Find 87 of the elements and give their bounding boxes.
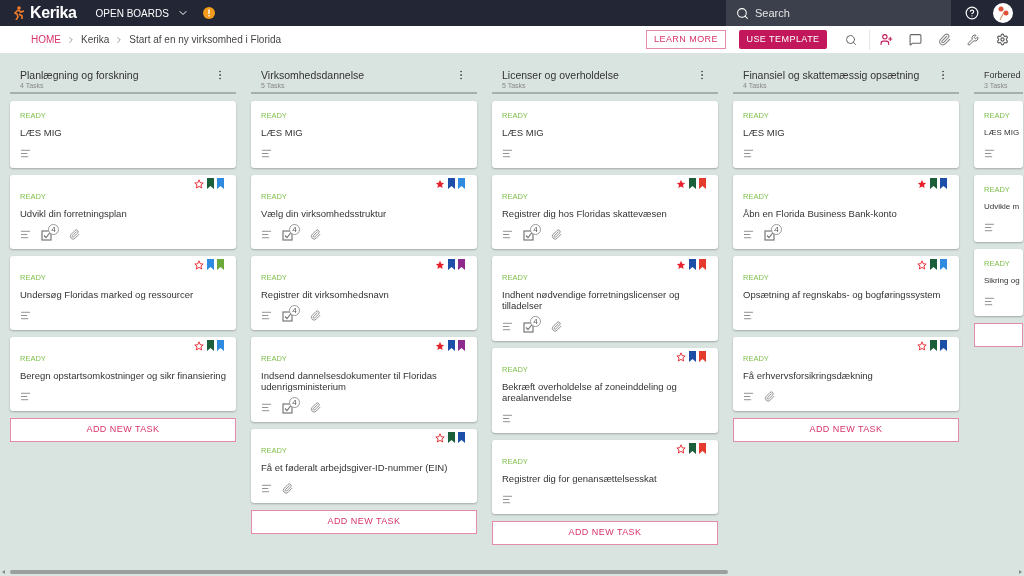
help-icon[interactable]	[965, 6, 979, 20]
task-title: Indsend dannelsesdokumenter til Floridas udenrigsministerium	[261, 370, 438, 392]
task-title: LÆS MIG	[984, 127, 1021, 138]
add-task-button[interactable]: ADD NEW TASK	[251, 510, 477, 534]
task-title: Registrer dig for genansættelsesskat	[502, 473, 658, 484]
breadcrumb-link[interactable]: Kerika	[81, 32, 110, 47]
description-icon	[743, 228, 754, 240]
avatar-icon[interactable]	[993, 3, 1013, 23]
column-title: Virksomhedsdannelse	[261, 69, 366, 81]
breadcrumb-link[interactable]: HOME	[31, 32, 61, 47]
paperclip-icon[interactable]	[938, 33, 951, 46]
task-title: Undersøg Floridas marked og ressourcer	[20, 289, 195, 300]
task-title: Få et føderalt arbejdsgiver-ID-nummer (EIN)	[261, 462, 449, 473]
description-icon	[984, 147, 995, 159]
warning-badge-icon[interactable]	[202, 7, 215, 19]
runner-logo-icon	[12, 6, 25, 20]
search-icon	[736, 6, 749, 20]
star-icon[interactable]	[435, 340, 445, 351]
task-title: Sikring og	[984, 275, 1021, 286]
description-icon	[502, 493, 513, 505]
task-title: Bekræft overholdelse af zoneinddeling og arealanvendelse	[502, 381, 678, 403]
description-icon	[261, 228, 272, 240]
logo-text: Kerika	[30, 3, 77, 23]
star-outline-icon[interactable]	[676, 443, 686, 454]
add-person-icon[interactable]	[880, 33, 893, 46]
star-outline-icon[interactable]	[676, 351, 686, 362]
task-title: LÆS MIG	[20, 127, 63, 138]
task-title: LÆS MIG	[502, 127, 545, 138]
star-outline-icon[interactable]	[917, 259, 927, 270]
description-icon	[20, 228, 31, 240]
description-icon	[984, 295, 995, 307]
star-icon[interactable]	[435, 178, 445, 189]
search-field[interactable]: Search	[726, 0, 951, 26]
description-icon	[20, 309, 31, 321]
description-icon	[984, 221, 995, 233]
star-outline-icon[interactable]	[917, 340, 927, 351]
search-icon[interactable]	[845, 33, 857, 46]
description-icon	[261, 482, 272, 494]
learn-more-button[interactable]: LEARN MORE	[646, 30, 726, 49]
description-icon	[20, 390, 31, 402]
star-outline-icon[interactable]	[194, 178, 204, 189]
description-icon	[261, 401, 272, 413]
task-title: Indhent nødvendige forretningslicenser og tilladelser	[502, 289, 681, 311]
breadcrumb-link[interactable]: Start af en ny virksomhed i Florida	[129, 32, 282, 47]
add-task-button[interactable]: ADD NEW TASK	[733, 418, 959, 442]
description-icon	[261, 309, 272, 321]
task-title: Udvikl din forretningsplan	[20, 208, 128, 219]
task-title: Udvikle m	[984, 201, 1021, 212]
chevron-icon	[66, 34, 76, 45]
horizontal-scrollbar[interactable]	[0, 568, 1024, 576]
task-title: Beregn opstartsomkostninger og sikr finansiering	[20, 370, 226, 381]
open-boards-menu[interactable]: OPEN BOARDS	[95, 5, 189, 21]
add-task-button[interactable]	[974, 323, 1023, 347]
task-title: Registrer dig hos Floridas skattevæsen	[502, 208, 668, 219]
column-title: Licenser og overholdelse	[502, 69, 620, 81]
star-outline-icon[interactable]	[194, 259, 204, 270]
settings-icon[interactable]	[996, 33, 1009, 46]
description-icon	[743, 309, 754, 321]
star-icon[interactable]	[676, 178, 686, 189]
column-title: Finansiel og skattemæssig opsætning	[743, 69, 921, 81]
description-icon	[20, 147, 31, 159]
column-title: Planlægning og forskning	[20, 69, 140, 81]
comment-icon[interactable]	[909, 33, 922, 46]
description-icon	[743, 390, 754, 402]
description-icon	[502, 412, 513, 424]
task-title: Vælg din virksomhedsstruktur	[261, 208, 388, 219]
description-icon	[502, 228, 513, 240]
star-outline-icon[interactable]	[194, 340, 204, 351]
wrench-icon[interactable]	[967, 33, 979, 46]
add-task-button[interactable]: ADD NEW TASK	[10, 418, 236, 442]
description-icon	[502, 147, 513, 159]
task-title: Åbn en Florida Business Bank-konto	[743, 208, 898, 219]
task-title: LÆS MIG	[743, 127, 786, 138]
task-title: Få erhvervsforsikringsdækning	[743, 370, 874, 381]
description-icon	[502, 320, 513, 332]
star-icon[interactable]	[435, 259, 445, 270]
description-icon	[743, 147, 754, 159]
task-title: Registrer dit virksomhedsnavn	[261, 289, 390, 300]
use-template-button[interactable]: USE TEMPLATE	[739, 30, 827, 49]
star-outline-icon[interactable]	[435, 432, 445, 443]
description-icon	[261, 147, 272, 159]
column-title: Forbered	[984, 69, 1022, 81]
star-icon[interactable]	[917, 178, 927, 189]
task-title: LÆS MIG	[261, 127, 304, 138]
add-task-button[interactable]: ADD NEW TASK	[492, 521, 718, 545]
task-title: Opsætning af regnskabs- og bogføringssystem	[743, 289, 942, 300]
star-icon[interactable]	[676, 259, 686, 270]
